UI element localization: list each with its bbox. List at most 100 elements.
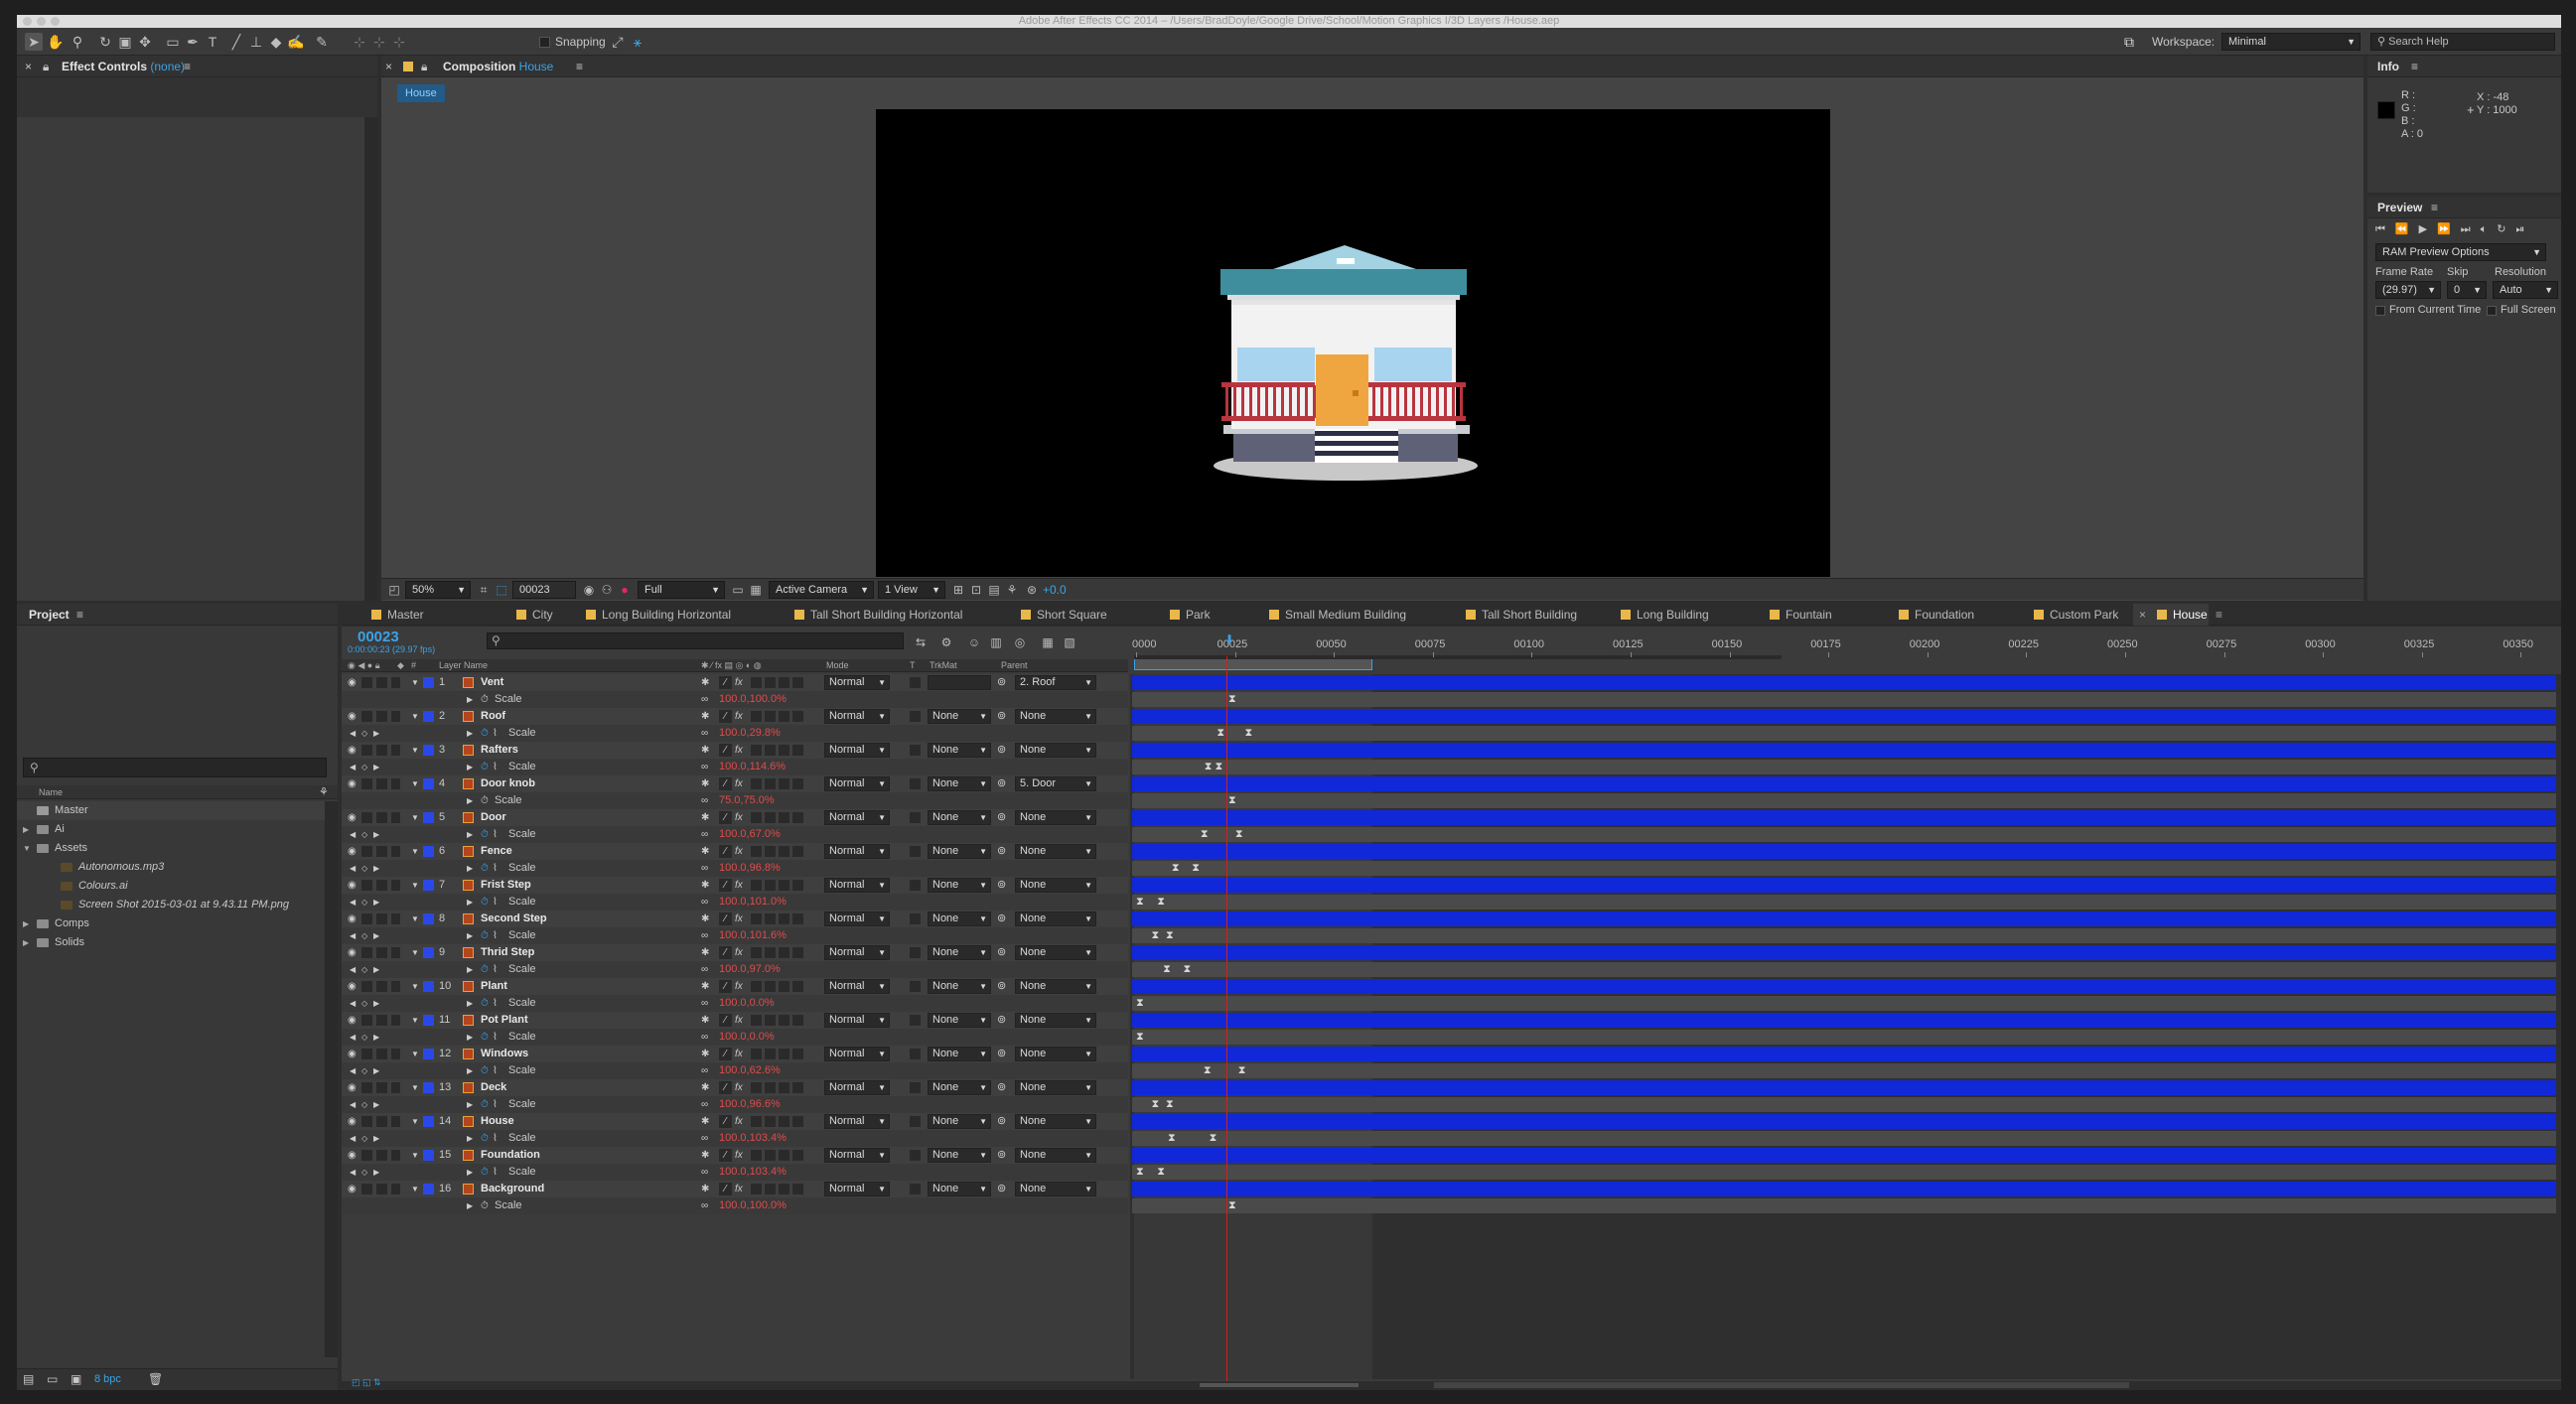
disclosure-triangle-icon[interactable]: ▶	[23, 820, 29, 839]
graph-editor-icon[interactable]: ⌇	[493, 927, 498, 944]
collapse-transform-icon[interactable]: ✱	[701, 911, 709, 927]
pick-whip-icon[interactable]: ⊚	[997, 708, 1006, 725]
blend-mode-dropdown[interactable]: Normal ▼	[824, 810, 890, 825]
keyframe-icon[interactable]: ⧗	[1157, 1166, 1165, 1179]
blend-mode-dropdown[interactable]: Normal ▼	[824, 979, 890, 994]
next-keyframe-icon[interactable]: ▶	[373, 1130, 379, 1147]
project-search-input[interactable]: ⚲	[23, 758, 327, 777]
graph-editor-icon[interactable]: ⌇	[493, 894, 498, 911]
new-folder-icon[interactable]: ▭	[47, 1372, 58, 1386]
preserve-transparency-checkbox[interactable]	[910, 745, 921, 756]
expand-triangle-icon[interactable]: ▼	[411, 742, 419, 759]
expand-triangle-icon[interactable]: ▼	[411, 674, 419, 691]
solo-switch[interactable]	[376, 1049, 387, 1059]
scale-value[interactable]: 100.0,0.0%	[719, 1029, 775, 1046]
lock-switch[interactable]	[391, 880, 400, 891]
pick-whip-icon[interactable]: ⊚	[997, 674, 1006, 691]
quality-switch-icon[interactable]: ⁄	[719, 744, 732, 757]
frame-blend-switch[interactable]	[751, 1150, 762, 1161]
preserve-transparency-checkbox[interactable]	[910, 913, 921, 924]
zoom-window-button[interactable]	[51, 17, 60, 26]
keyframe-icon[interactable]: ⧗	[1201, 828, 1209, 841]
scale-value[interactable]: 100.0,96.6%	[719, 1096, 781, 1113]
frame-blend-switch[interactable]	[751, 778, 762, 789]
parent-dropdown[interactable]: None ▼	[1015, 912, 1096, 926]
scale-value[interactable]: 100.0,62.6%	[719, 1062, 781, 1079]
tab-short-square[interactable]: Short Square	[995, 604, 1142, 626]
show-snapshot-icon[interactable]: ⚇	[598, 581, 616, 599]
keyframe-icon[interactable]: ⧗	[1183, 963, 1191, 976]
project-item[interactable]: Colours.ai	[17, 877, 325, 896]
collapse-transform-icon[interactable]: ✱	[701, 877, 709, 894]
collapse-transform-icon[interactable]: ✱	[701, 978, 709, 995]
preserve-transparency-checkbox[interactable]	[910, 778, 921, 789]
preserve-transparency-checkbox[interactable]	[910, 1150, 921, 1161]
3d-switch[interactable]	[792, 1184, 803, 1194]
graph-editor-icon[interactable]: ⌇	[493, 725, 498, 742]
effects-switch-icon[interactable]: fx	[735, 843, 743, 860]
preserve-transparency-checkbox[interactable]	[910, 1116, 921, 1127]
stopwatch-icon[interactable]: ⏱	[481, 759, 489, 775]
search-help-field[interactable]: ⚲ Search Help	[2370, 33, 2555, 51]
layer-name[interactable]: Roof	[481, 708, 505, 725]
next-keyframe-icon[interactable]: ▶	[373, 1096, 379, 1113]
expand-triangle-icon[interactable]: ▶	[467, 1130, 473, 1147]
tab-preview[interactable]: Preview	[2377, 197, 2422, 218]
quality-switch-icon[interactable]: ⁄	[719, 913, 732, 925]
stopwatch-icon[interactable]: ⏱	[481, 1062, 489, 1079]
rotate-tool-icon[interactable]: ↻	[96, 33, 114, 51]
keyframe-icon[interactable]: ⧗	[1136, 1031, 1144, 1044]
previous-frame-icon[interactable]: ⏪	[2395, 223, 2419, 235]
scale-value[interactable]: 100.0,29.8%	[719, 725, 781, 742]
comp-breadcrumb[interactable]: House	[397, 84, 445, 102]
preserve-transparency-checkbox[interactable]	[910, 677, 921, 688]
add-keyframe-icon[interactable]: ◇	[361, 759, 367, 775]
quality-switch-icon[interactable]: ⁄	[719, 1048, 732, 1060]
layer-row[interactable]: ◉ ▼ 9 Thrid Step ✱ ⁄ fx Normal ▼ None ▼ ⊚ None ▼	[342, 944, 1128, 961]
rectangle-tool-icon[interactable]: ▭	[164, 33, 182, 51]
constrain-proportions-icon[interactable]: ∞	[701, 961, 708, 978]
visibility-eye-icon[interactable]: ◉	[348, 809, 357, 826]
keyframe-icon[interactable]: ⧗	[1238, 1064, 1246, 1077]
property-row[interactable]: ◀ ◇ ▶ ▶ ⏱ ⌇ Scale ∞ 100.0,103.4%	[342, 1164, 1128, 1181]
graph-editor-icon[interactable]: ⌇	[493, 759, 498, 775]
previous-keyframe-icon[interactable]: ◀	[350, 1164, 356, 1181]
add-keyframe-icon[interactable]: ◇	[361, 1029, 367, 1046]
motion-blur-switch[interactable]	[765, 981, 776, 992]
close-tab-icon[interactable]: ×	[25, 56, 32, 77]
adjustment-switch[interactable]	[779, 1049, 789, 1059]
layer-row[interactable]: ◉ ▼ 13 Deck ✱ ⁄ fx Normal ▼ None ▼ ⊚ None ▼	[342, 1079, 1128, 1096]
layer-name[interactable]: Thrid Step	[481, 944, 534, 961]
collapse-transform-icon[interactable]: ✱	[701, 944, 709, 961]
3d-switch[interactable]	[792, 778, 803, 789]
next-keyframe-icon[interactable]: ▶	[373, 927, 379, 944]
layer-duration-bar[interactable]	[1132, 1080, 2556, 1095]
panel-menu-icon[interactable]: ≡	[76, 604, 83, 626]
constrain-proportions-icon[interactable]: ∞	[701, 1197, 708, 1214]
collapse-transform-icon[interactable]: ✱	[701, 843, 709, 860]
stopwatch-icon[interactable]: ⏱	[481, 792, 489, 809]
frame-blend-switch[interactable]	[751, 846, 762, 857]
snapping-checkbox[interactable]	[539, 37, 550, 48]
keyframe-icon[interactable]: ⧗	[1228, 1199, 1236, 1212]
audio-switch[interactable]	[361, 812, 372, 823]
graph-editor-icon[interactable]: ⌇	[493, 1029, 498, 1046]
graph-editor-icon[interactable]: ⌇	[493, 1130, 498, 1147]
full-screen-checkbox[interactable]	[2487, 306, 2497, 316]
solo-switch[interactable]	[376, 1116, 387, 1127]
clone-stamp-tool-icon[interactable]: ⊥	[247, 33, 265, 51]
roto-brush-tool-icon[interactable]: ✍	[287, 33, 305, 51]
lock-switch[interactable]	[391, 812, 400, 823]
layer-name[interactable]: Background	[481, 1181, 544, 1197]
preserve-transparency-checkbox[interactable]	[910, 711, 921, 722]
blend-mode-dropdown[interactable]: Normal ▼	[824, 1013, 890, 1028]
preserve-transparency-checkbox[interactable]	[910, 1015, 921, 1026]
name-column-header[interactable]: Name	[17, 785, 338, 799]
label-color-icon[interactable]	[423, 812, 434, 823]
label-color-icon[interactable]	[423, 677, 434, 688]
layer-row[interactable]: ◉ ▼ 5 Door ✱ ⁄ fx Normal ▼ None ▼ ⊚ None ▼	[342, 809, 1128, 826]
blend-mode-dropdown[interactable]: Normal ▼	[824, 1148, 890, 1163]
lock-switch[interactable]	[391, 1082, 400, 1093]
tab-master[interactable]: Master	[346, 604, 489, 626]
layer-duration-bar[interactable]	[1132, 1148, 2556, 1163]
